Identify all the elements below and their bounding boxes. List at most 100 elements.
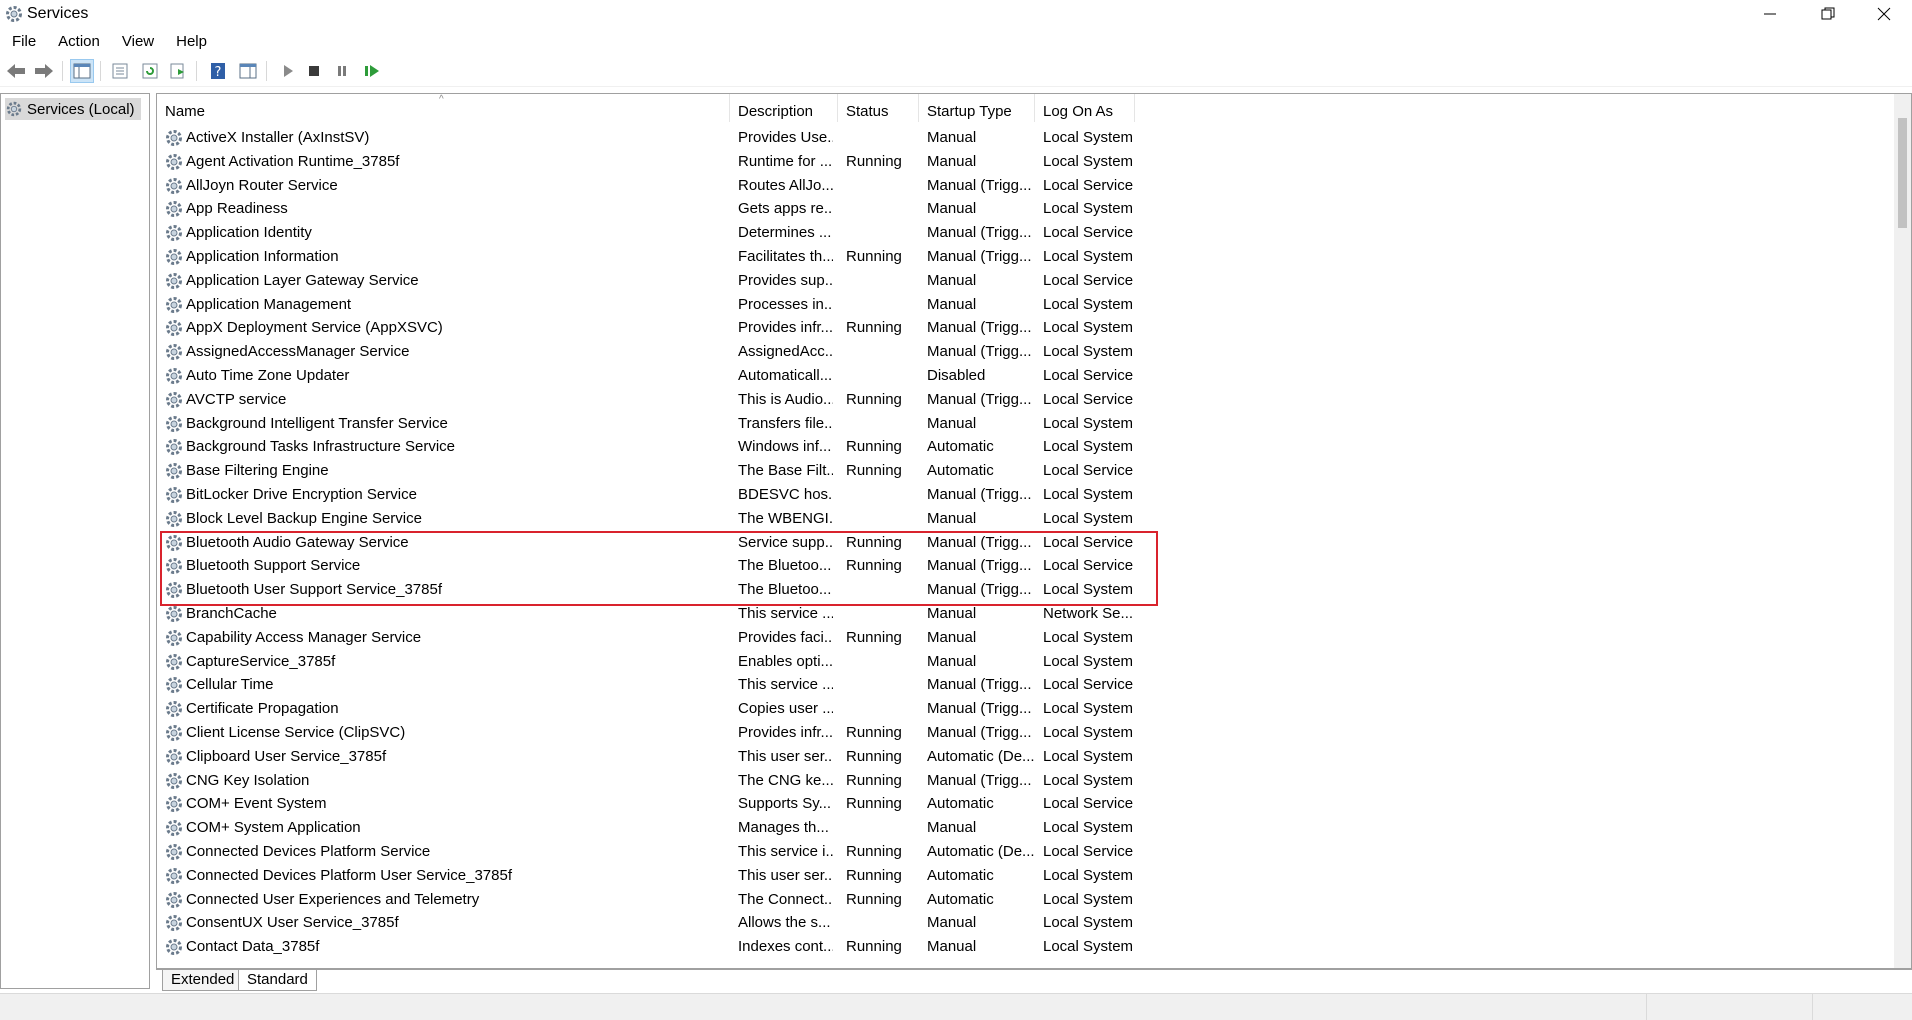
service-name: Application Identity: [186, 224, 312, 242]
table-row[interactable]: Clipboard User Service_3785f This user se…: [157, 745, 1911, 769]
service-status: Running: [846, 390, 902, 408]
table-row[interactable]: AssignedAccessManager Service AssignedAcc…: [157, 340, 1911, 364]
table-row[interactable]: Application Layer Gateway Service Provide…: [157, 269, 1911, 293]
column-header-log-on-as[interactable]: Log On As: [1035, 94, 1135, 122]
service-status: Running: [846, 842, 902, 860]
service-startup-type: Automatic (De...: [927, 842, 1035, 860]
table-row[interactable]: App Readiness Gets apps re... Manual Local …: [157, 197, 1911, 221]
table-row[interactable]: Agent Activation Runtime_3785f Runtime fo…: [157, 150, 1911, 174]
service-status: Running: [846, 462, 902, 480]
restart-service-button[interactable]: [360, 59, 384, 83]
table-row[interactable]: COM+ System Application Manages th... Manu…: [157, 816, 1911, 840]
table-row[interactable]: COM+ Event System Supports Sy... Running Au…: [157, 792, 1911, 816]
service-log-on-as: Local System: [1043, 247, 1134, 265]
menu-help[interactable]: Help: [164, 30, 217, 54]
table-row[interactable]: ConsentUX User Service_3785f Allows the s…: [157, 911, 1911, 935]
table-row[interactable]: BranchCache This service ... Manual Network…: [157, 602, 1911, 626]
minimize-button[interactable]: [1742, 0, 1798, 28]
start-service-button[interactable]: [276, 59, 300, 83]
service-gear-icon: [164, 390, 184, 410]
table-row[interactable]: Connected User Experiences and Telemetry…: [157, 888, 1911, 912]
table-row[interactable]: Block Level Backup Engine Service The WBE…: [157, 507, 1911, 531]
service-gear-icon: [164, 366, 184, 386]
table-row[interactable]: Background Intelligent Transfer Service T…: [157, 412, 1911, 436]
service-log-on-as: Local Service: [1043, 390, 1134, 408]
table-row[interactable]: Application Information Facilitates th...…: [157, 245, 1911, 269]
column-header-description[interactable]: Description: [730, 94, 838, 122]
service-name: ConsentUX User Service_3785f: [186, 914, 399, 932]
menu-action[interactable]: Action: [46, 30, 110, 54]
table-row[interactable]: Cellular Time This service ... Manual (Tri…: [157, 673, 1911, 697]
table-row[interactable]: Certificate Propagation Copies user ... Ma…: [157, 697, 1911, 721]
table-row[interactable]: AllJoyn Router Service Routes AllJo... Man…: [157, 174, 1911, 198]
tree-node-services-local[interactable]: Services (Local): [5, 98, 141, 120]
service-name: Connected Devices Platform Service: [186, 842, 431, 860]
service-log-on-as: Local System: [1043, 771, 1134, 789]
table-row[interactable]: Capability Access Manager Service Provide…: [157, 626, 1911, 650]
table-row[interactable]: Bluetooth Support Service The Bluetoo... R…: [157, 554, 1911, 578]
service-name: Capability Access Manager Service: [186, 628, 422, 646]
table-row[interactable]: Auto Time Zone Updater Automaticall... Dis…: [157, 364, 1911, 388]
close-button[interactable]: [1856, 0, 1912, 28]
table-row[interactable]: Base Filtering Engine The Base Filt... Run…: [157, 459, 1911, 483]
action-pane-button[interactable]: [236, 59, 260, 83]
service-gear-icon: [164, 176, 184, 196]
service-status: Running: [846, 152, 902, 170]
stop-service-button[interactable]: [302, 59, 326, 83]
table-row[interactable]: CNG Key Isolation The CNG ke... Running Man…: [157, 769, 1911, 793]
export-list-button[interactable]: [166, 59, 190, 83]
service-log-on-as: Local System: [1043, 343, 1134, 361]
restore-button[interactable]: [1800, 0, 1856, 28]
table-row[interactable]: Bluetooth Audio Gateway Service Service s…: [157, 531, 1911, 555]
show-console-tree-button[interactable]: [70, 59, 94, 83]
menu-file[interactable]: File: [0, 30, 46, 54]
table-row[interactable]: Client License Service (ClipSVC) Provides…: [157, 721, 1911, 745]
service-name: Background Tasks Infrastructure Service: [186, 438, 456, 456]
table-row[interactable]: CaptureService_3785f Enables opti... Manua…: [157, 650, 1911, 674]
service-gear-icon: [164, 342, 184, 362]
service-startup-type: Manual (Trigg...: [927, 224, 1032, 242]
service-name: Clipboard User Service_3785f: [186, 747, 387, 765]
properties-button[interactable]: [108, 59, 132, 83]
table-row[interactable]: AVCTP service This is Audio... Running Manu…: [157, 388, 1911, 412]
table-row[interactable]: AppX Deployment Service (AppXSVC) Provide…: [157, 316, 1911, 340]
service-gear-icon: [164, 318, 184, 338]
column-header-startup-type[interactable]: Startup Type: [919, 94, 1035, 122]
service-status: Running: [846, 438, 902, 456]
service-startup-type: Manual: [927, 819, 977, 837]
service-name: Bluetooth User Support Service_3785f: [186, 581, 442, 599]
menu-view[interactable]: View: [110, 30, 164, 54]
vertical-scrollbar[interactable]: [1894, 94, 1911, 968]
table-row[interactable]: Contact Data_3785f Indexes cont... Running…: [157, 935, 1911, 959]
service-log-on-as: Local System: [1043, 295, 1134, 313]
sort-ascending-icon: ^: [439, 94, 444, 105]
forward-button[interactable]: [32, 59, 56, 83]
pause-service-button[interactable]: [330, 59, 354, 83]
tab-standard[interactable]: Standard: [238, 970, 317, 991]
service-gear-icon: [164, 533, 184, 553]
service-log-on-as: Local Service: [1043, 366, 1134, 384]
service-gear-icon: [164, 913, 184, 933]
service-startup-type: Manual (Trigg...: [927, 557, 1032, 575]
help-button[interactable]: ?: [206, 59, 230, 83]
back-button[interactable]: [4, 59, 28, 83]
tab-extended[interactable]: Extended: [162, 970, 244, 991]
table-row[interactable]: BitLocker Drive Encryption Service BDESVC…: [157, 483, 1911, 507]
table-row[interactable]: Connected Devices Platform Service This s…: [157, 840, 1911, 864]
service-log-on-as: Local Service: [1043, 224, 1134, 242]
service-startup-type: Automatic: [927, 795, 994, 813]
service-name: ActiveX Installer (AxInstSV): [186, 129, 370, 146]
service-log-on-as: Local System: [1043, 890, 1134, 908]
table-row[interactable]: Bluetooth User Support Service_3785f The …: [157, 578, 1911, 602]
service-gear-icon: [164, 461, 184, 481]
refresh-button[interactable]: [138, 59, 162, 83]
service-description: This service i...: [738, 842, 833, 860]
table-row[interactable]: Application Identity Determines ... Manual…: [157, 221, 1911, 245]
scrollbar-thumb[interactable]: [1898, 118, 1907, 228]
table-row[interactable]: ActiveX Installer (AxInstSV) Provides Use…: [157, 126, 1911, 150]
column-header-status[interactable]: Status: [838, 94, 919, 122]
table-row[interactable]: Background Tasks Infrastructure Service W…: [157, 435, 1911, 459]
service-name: Bluetooth Audio Gateway Service: [186, 533, 409, 551]
table-row[interactable]: Connected Devices Platform User Service_…: [157, 864, 1911, 888]
table-row[interactable]: Application Management Processes in... Man…: [157, 293, 1911, 317]
